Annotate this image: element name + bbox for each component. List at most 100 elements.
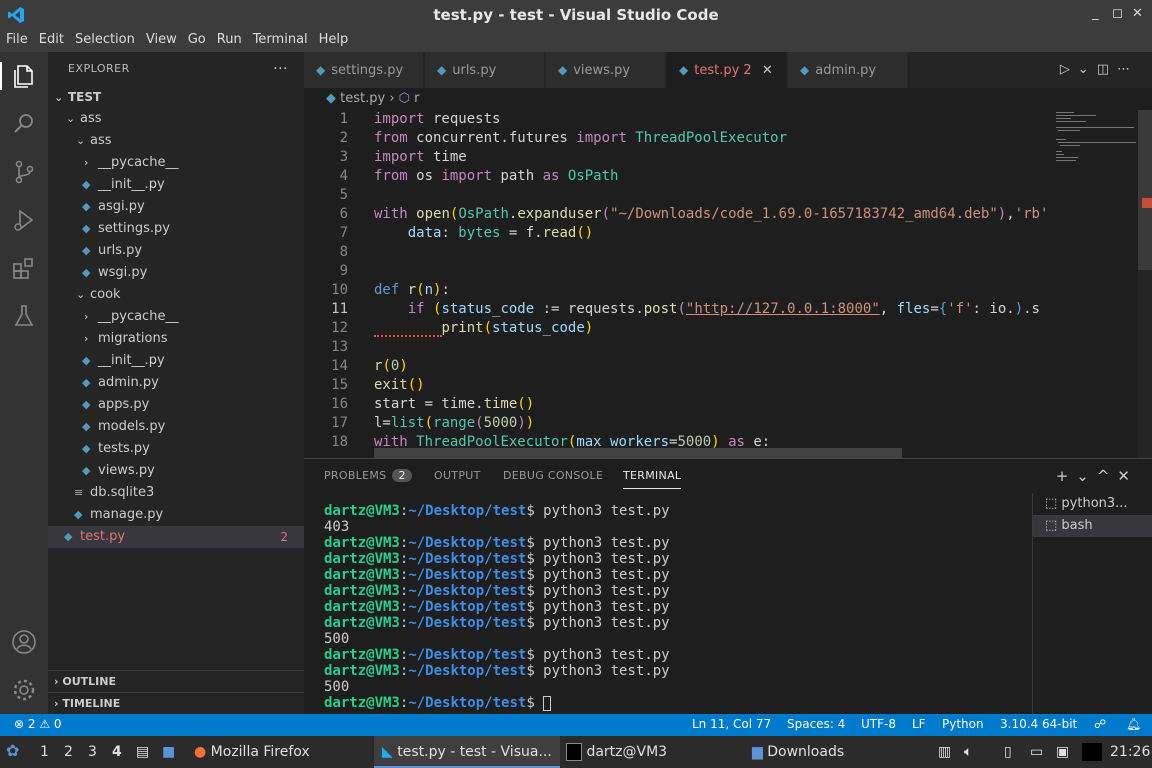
- breadcrumb-file[interactable]: test.py: [340, 91, 385, 106]
- workspace-4[interactable]: 4: [112, 744, 122, 760]
- tree-file-db[interactable]: ≡ db.sqlite3: [48, 482, 304, 504]
- tree-folder-pycache[interactable]: › __pycache__: [48, 152, 304, 174]
- tree-file[interactable]: ◆ admin.py: [48, 372, 304, 394]
- horizontal-scrollbar[interactable]: [374, 448, 902, 458]
- tree-file[interactable]: ◆ models.py: [48, 416, 304, 438]
- tree-file[interactable]: ◆ wsgi.py: [48, 262, 304, 284]
- minimap[interactable]: [1048, 110, 1138, 458]
- tree-file[interactable]: ◆ __init__.py: [48, 350, 304, 372]
- tree-file[interactable]: ◆ manage.py: [48, 504, 304, 526]
- testing-flask-icon[interactable]: [10, 302, 38, 330]
- display-icon[interactable]: ▭: [1030, 744, 1043, 760]
- encoding-status[interactable]: UTF-8: [861, 717, 896, 731]
- feedback-icon[interactable]: ☍: [1094, 717, 1106, 731]
- tab-admin[interactable]: ◆ admin.py: [788, 52, 908, 88]
- menu-file[interactable]: File: [0, 30, 33, 47]
- menu-go[interactable]: Go: [182, 30, 211, 47]
- problems-status[interactable]: ⊗ 2 ⚠ 0: [14, 717, 62, 731]
- volume-icon[interactable]: 🔈︎: [964, 744, 972, 760]
- files-icon[interactable]: ▤: [136, 744, 149, 760]
- code-editor[interactable]: 1 import requests 2 from concurrent.future…: [304, 110, 1048, 458]
- run-file-icon[interactable]: ▷⌄: [1060, 62, 1097, 77]
- taskbar-downloads[interactable]: ▆ Downloads: [752, 736, 844, 768]
- menu-selection[interactable]: Selection: [69, 30, 140, 47]
- new-terminal-icon[interactable]: +⌄: [1056, 467, 1097, 485]
- tab-urls[interactable]: ◆ urls.py: [425, 52, 545, 88]
- settings-gear-icon[interactable]: [10, 676, 38, 704]
- account-icon[interactable]: [10, 628, 38, 656]
- scrollbar-thumb[interactable]: [1138, 110, 1152, 270]
- tree-file[interactable]: ◆ settings.py: [48, 218, 304, 240]
- tab-output[interactable]: OUTPUT: [434, 469, 481, 482]
- tab-terminal[interactable]: TERMINAL: [623, 469, 682, 489]
- tab-debug-console[interactable]: DEBUG CONSOLE: [503, 469, 603, 482]
- taskbar-terminal[interactable]: __ dartz@VM3: [566, 736, 667, 768]
- terminal-output[interactable]: dartz@VM3:~/Desktop/test$ python3 test.p…: [324, 503, 1024, 711]
- tree-folder-ass[interactable]: ⌄ ass: [48, 108, 304, 130]
- menu-run[interactable]: Run: [211, 30, 247, 47]
- vertical-scrollbar[interactable]: [1138, 110, 1152, 458]
- indentation-status[interactable]: Spaces: 4: [787, 717, 845, 731]
- minimize-button[interactable]: _: [1092, 6, 1099, 21]
- desktop-icon[interactable]: ■: [162, 744, 175, 760]
- menu-help[interactable]: Help: [313, 30, 354, 47]
- close-window-button[interactable]: ✕: [1132, 6, 1143, 21]
- terminal-tray-icon[interactable]: [1082, 743, 1102, 761]
- language-mode[interactable]: Python: [942, 717, 984, 731]
- terminal-line: 403: [324, 519, 350, 535]
- workspace-3[interactable]: 3: [88, 744, 97, 760]
- terminal-item-bash[interactable]: ⬚ bash: [1033, 515, 1152, 537]
- tree-file[interactable]: ◆ asgi.py: [48, 196, 304, 218]
- start-menu-icon[interactable]: ✿: [6, 741, 19, 760]
- explorer-icon[interactable]: [10, 62, 38, 90]
- tree-file[interactable]: ◆ urls.py: [48, 240, 304, 262]
- cursor-position[interactable]: Ln 11, Col 77: [692, 717, 771, 731]
- outline-section[interactable]: › OUTLINE: [48, 670, 304, 692]
- tree-folder-pycache[interactable]: › __pycache__: [48, 306, 304, 328]
- terminal-item-python[interactable]: ⬚ python3...: [1033, 493, 1152, 515]
- extensions-icon[interactable]: [10, 254, 38, 282]
- breadcrumb-symbol[interactable]: r: [414, 91, 419, 106]
- tree-file[interactable]: ◆ apps.py: [48, 394, 304, 416]
- network-icon[interactable]: ▣: [1056, 744, 1069, 760]
- more-actions-icon[interactable]: ···: [273, 52, 288, 86]
- chevron-right-icon: ›: [84, 310, 89, 323]
- clipboard-icon[interactable]: ▥: [938, 744, 951, 760]
- workspace-2[interactable]: 2: [64, 744, 73, 760]
- source-control-icon[interactable]: [10, 158, 38, 186]
- python-interpreter[interactable]: 3.10.4 64-bit: [1000, 717, 1077, 731]
- tree-file[interactable]: ◆ __init__.py: [48, 174, 304, 196]
- maximize-panel-icon[interactable]: ^: [1097, 467, 1118, 485]
- more-icon[interactable]: ⋯: [1117, 62, 1138, 77]
- tree-folder-cook[interactable]: ⌄ cook: [48, 284, 304, 306]
- split-editor-icon[interactable]: ◫: [1097, 62, 1117, 77]
- workspace-1[interactable]: 1: [40, 744, 49, 760]
- taskbar-vscode[interactable]: ◣ test.py - test - Visua...: [374, 736, 560, 768]
- tree-file[interactable]: ◆ views.py: [48, 460, 304, 482]
- tree-file[interactable]: ◆ tests.py: [48, 438, 304, 460]
- notes-icon[interactable]: ▯: [1004, 744, 1012, 760]
- timeline-section[interactable]: › TIMELINE: [48, 692, 304, 714]
- notifications-bell-icon[interactable]: 🔔︎: [1126, 717, 1141, 731]
- tab-settings[interactable]: ◆ settings.py: [304, 52, 424, 88]
- tab-views[interactable]: ◆ views.py: [546, 52, 666, 88]
- terminal-line: dartz@VM3:~/Desktop/test$ python3 test.p…: [324, 551, 1024, 567]
- taskbar-firefox[interactable]: ● Mozilla Firefox: [194, 736, 310, 768]
- tab-test[interactable]: ◆ test.py 2 ✕: [667, 52, 787, 88]
- tree-root-test[interactable]: ⌄ TEST: [48, 86, 304, 108]
- tree-folder-migrations[interactable]: › migrations: [48, 328, 304, 350]
- close-panel-icon[interactable]: ✕: [1117, 467, 1138, 485]
- tree-folder-ass-inner[interactable]: ⌄ ass: [48, 130, 304, 152]
- maximize-button[interactable]: ◻: [1112, 6, 1123, 21]
- menu-view[interactable]: View: [140, 30, 182, 47]
- code-line: 16 start = time.time(): [331, 396, 535, 412]
- menu-terminal[interactable]: Terminal: [247, 30, 313, 47]
- tab-problems[interactable]: PROBLEMS 2: [324, 469, 412, 482]
- eol-status[interactable]: LF: [912, 717, 926, 731]
- close-tab-icon[interactable]: ✕: [762, 63, 773, 78]
- search-icon[interactable]: [10, 110, 38, 138]
- prompt-user: dartz@VM3: [324, 503, 400, 519]
- tree-file-active[interactable]: ◆ test.py 2: [48, 526, 304, 548]
- menu-edit[interactable]: Edit: [33, 30, 69, 47]
- run-debug-icon[interactable]: [10, 206, 38, 234]
